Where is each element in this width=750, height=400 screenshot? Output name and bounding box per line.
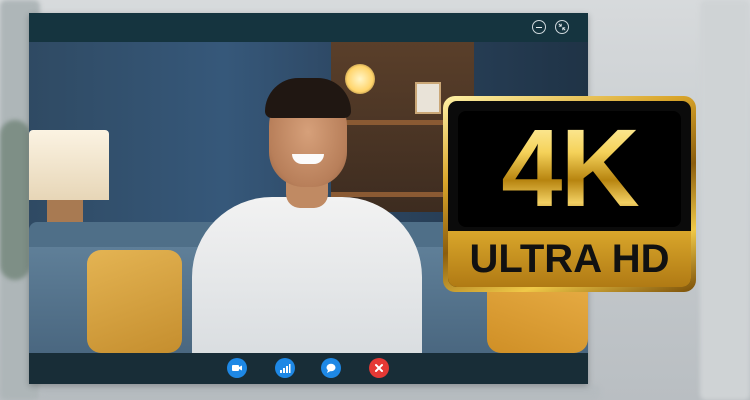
person-smile xyxy=(292,154,324,164)
title-bar xyxy=(29,13,588,42)
person-shirt xyxy=(192,197,422,353)
call-control-bar xyxy=(29,353,588,384)
exit-fullscreen-icon[interactable] xyxy=(555,20,569,34)
video-camera-button[interactable] xyxy=(227,358,247,378)
lamp-shade xyxy=(29,130,109,200)
badge-label: ULTRA HD xyxy=(448,231,691,287)
background-floor xyxy=(40,385,600,400)
4k-ultra-hd-badge: 4K ULTRA HD xyxy=(443,96,696,292)
shelf-lamp xyxy=(345,64,375,94)
chat-bubble-icon xyxy=(326,363,336,373)
background-window-frame xyxy=(700,0,750,400)
video-camera-icon xyxy=(232,365,242,371)
minimize-icon[interactable] xyxy=(532,20,546,34)
signal-button[interactable] xyxy=(275,358,295,378)
person-hair xyxy=(265,78,351,118)
badge-resolution-text: 4K xyxy=(458,113,681,225)
signal-bars-icon xyxy=(280,364,291,373)
end-call-button[interactable] xyxy=(369,358,389,378)
badge-resolution-panel: 4K xyxy=(458,111,681,227)
chat-button[interactable] xyxy=(321,358,341,378)
badge-inner: 4K ULTRA HD xyxy=(448,101,691,287)
pillow-left xyxy=(87,250,182,353)
picture-frame xyxy=(415,82,441,114)
background-plant xyxy=(0,120,30,280)
close-icon xyxy=(375,364,383,372)
